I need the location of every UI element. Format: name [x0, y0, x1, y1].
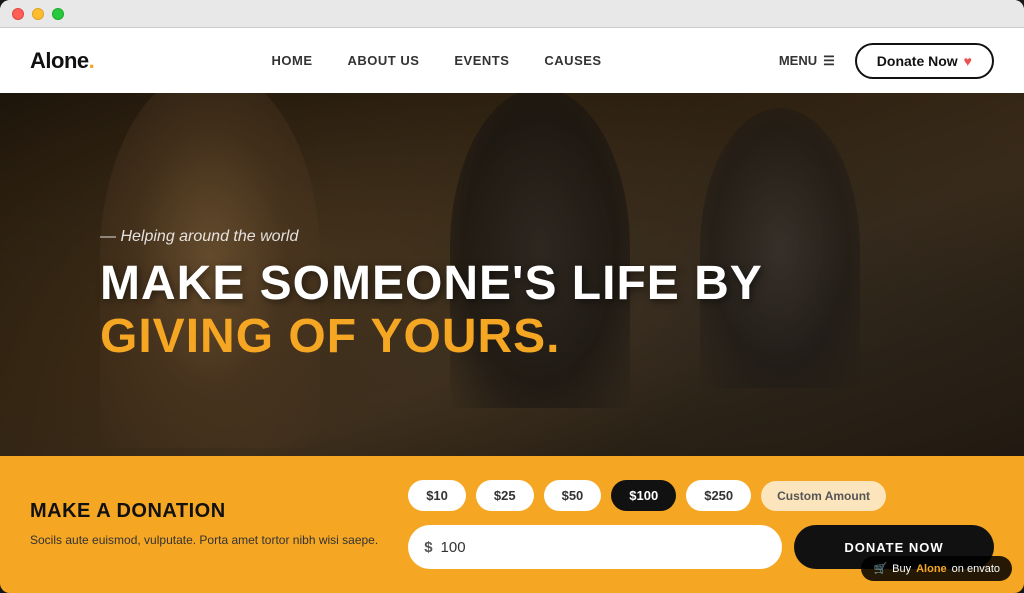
donate-button[interactable]: Donate Now ♥ [855, 43, 994, 79]
navbar: Alone. HOME ABOUT US EVENTS CAUSES MENU … [0, 28, 1024, 93]
page-content: Alone. HOME ABOUT US EVENTS CAUSES MENU … [0, 28, 1024, 593]
hamburger-icon: ☰ [823, 53, 835, 69]
amount-btn-10[interactable]: $10 [408, 480, 466, 511]
amount-buttons: $10 $25 $50 $100 $250 Custom Amount [408, 480, 994, 511]
nav-events[interactable]: EVENTS [454, 53, 509, 68]
currency-symbol: $ [424, 539, 432, 556]
hero-content: Helping around the world MAKE SOMEONE'S … [100, 228, 763, 364]
nav-home[interactable]: HOME [272, 53, 313, 68]
heart-icon: ♥ [964, 53, 972, 69]
amount-btn-100[interactable]: $100 [611, 480, 676, 511]
hero-title-line2: GIVING OF YOURS. [100, 311, 763, 364]
donation-description: Socils aute euismod, vulputate. Porta am… [30, 531, 378, 549]
hero-subtitle: Helping around the world [100, 228, 763, 246]
nav-causes[interactable]: CAUSES [544, 53, 601, 68]
amount-input[interactable] [441, 539, 766, 556]
donation-title: MAKE A DONATION [30, 500, 378, 523]
menu-button[interactable]: MENU ☰ [779, 53, 835, 69]
amount-btn-50[interactable]: $50 [544, 480, 602, 511]
donation-info: MAKE A DONATION Socils aute euismod, vul… [30, 500, 378, 549]
browser-window: Alone. HOME ABOUT US EVENTS CAUSES MENU … [0, 0, 1024, 593]
nav-right: MENU ☰ Donate Now ♥ [779, 43, 994, 79]
nav-about[interactable]: ABOUT US [348, 53, 420, 68]
amount-btn-custom[interactable]: Custom Amount [761, 481, 886, 511]
nav-links: HOME ABOUT US EVENTS CAUSES [272, 53, 602, 68]
maximize-button[interactable] [52, 8, 64, 20]
amount-input-wrap: $ [408, 525, 782, 569]
title-bar [0, 0, 1024, 28]
envato-link[interactable]: Alone [916, 563, 947, 575]
hero-title-line1: MAKE SOMEONE'S LIFE BY [100, 258, 763, 311]
site-logo[interactable]: Alone. [30, 48, 94, 74]
close-button[interactable] [12, 8, 24, 20]
amount-btn-250[interactable]: $250 [686, 480, 751, 511]
envato-badge: 🛒 Buy Alone on envato [861, 556, 1012, 581]
cart-icon: 🛒 [873, 562, 887, 575]
amount-btn-25[interactable]: $25 [476, 480, 534, 511]
minimize-button[interactable] [32, 8, 44, 20]
